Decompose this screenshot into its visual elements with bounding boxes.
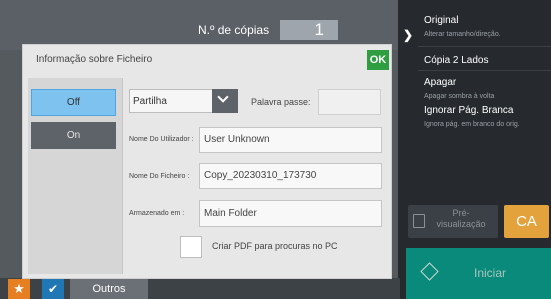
option-original[interactable]: Original — [424, 15, 458, 26]
preview-label: Pré- visualização — [430, 208, 492, 230]
on-button[interactable]: On — [31, 122, 116, 149]
file-name-label: Nome Do Ficheiro : — [129, 173, 190, 180]
copies-label: N.º de cópias — [198, 23, 270, 37]
clear-all-button[interactable]: CA — [504, 205, 549, 238]
preview-label-text: Pré- visualização — [436, 208, 486, 229]
password-input[interactable] — [318, 89, 381, 115]
chevron-right-icon[interactable]: ❯ — [403, 28, 413, 42]
stored-in-input[interactable]: Main Folder — [199, 200, 382, 227]
share-select-value: Partilha — [133, 96, 167, 107]
option-erase[interactable]: Apagar — [424, 77, 456, 88]
option-original-sub: Alterar tamanho/direção. — [424, 31, 501, 38]
password-label: Palavra passe: — [251, 97, 311, 107]
divider — [418, 70, 551, 71]
option-skip-blank-sub: Ignora pág. em branco do orig. — [424, 121, 520, 128]
star-icon[interactable]: ★ — [8, 279, 30, 299]
off-button[interactable]: Off — [31, 89, 116, 116]
stored-in-label: Armazenado em : — [129, 210, 185, 217]
user-name-label: Nome Do Utilizador : — [129, 136, 194, 143]
option-duplex-copy[interactable]: Cópia 2 Lados — [424, 55, 489, 66]
user-name-input[interactable]: User Unknown — [199, 127, 382, 153]
check-icon[interactable]: ✔ — [42, 279, 64, 299]
option-erase-sub: Apagar sombra à volta — [424, 93, 495, 100]
option-skip-blank[interactable]: Ignorar Pág. Branca — [424, 105, 514, 116]
start-label: Iniciar — [474, 266, 507, 280]
create-pdf-label: Criar PDF para procuras no PC — [212, 241, 338, 251]
create-pdf-checkbox[interactable] — [180, 236, 202, 258]
file-name-input[interactable]: Copy_20230310_173730 — [199, 163, 382, 189]
divider — [122, 78, 123, 274]
divider — [418, 46, 551, 47]
ok-button[interactable]: OK — [367, 50, 389, 70]
copies-input[interactable]: 1 — [280, 20, 338, 40]
dialog-title: Informação sobre Ficheiro — [36, 54, 153, 65]
others-button[interactable]: Outros — [70, 279, 148, 299]
preview-icon — [413, 214, 425, 228]
